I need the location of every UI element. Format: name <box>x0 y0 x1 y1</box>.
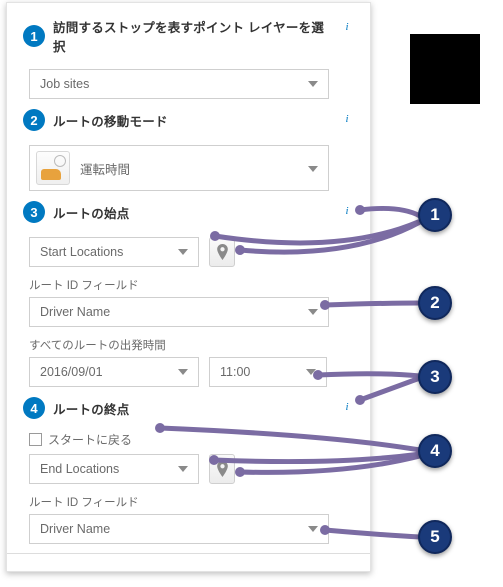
decorative-box <box>410 34 480 104</box>
chevron-down-icon <box>308 309 318 315</box>
car-clock-icon <box>36 151 70 185</box>
start-layer-dropdown[interactable]: Start Locations <box>29 237 199 267</box>
step-3: 3 ルートの始点 i Start Locations ルート ID フィールド … <box>23 201 354 387</box>
annotation-callout-2: 2 <box>418 286 452 320</box>
end-location-picker-button[interactable] <box>209 454 235 484</box>
pin-icon <box>217 244 228 260</box>
start-layer-value: Start Locations <box>40 245 123 259</box>
step-3-header: 3 ルートの始点 i <box>23 201 354 223</box>
travel-mode-value: 運転時間 <box>80 159 130 178</box>
end-layer-value: End Locations <box>40 462 119 476</box>
chevron-down-icon <box>306 369 316 375</box>
chevron-down-icon <box>178 466 188 472</box>
start-id-field-value: Driver Name <box>40 305 110 319</box>
departure-date-dropdown[interactable]: 2016/09/01 <box>29 357 199 387</box>
chevron-down-icon <box>178 369 188 375</box>
step-number-3: 3 <box>23 201 45 223</box>
return-to-start-checkbox[interactable] <box>29 433 42 446</box>
end-id-label: ルート ID フィールド <box>29 494 354 510</box>
step-number-2: 2 <box>23 109 45 131</box>
start-id-label: ルート ID フィールド <box>29 277 354 293</box>
end-id-field-value: Driver Name <box>40 522 110 536</box>
end-layer-dropdown[interactable]: End Locations <box>29 454 199 484</box>
departure-time-dropdown[interactable]: 11:00 <box>209 357 327 387</box>
info-icon[interactable]: i <box>340 112 354 126</box>
chevron-down-icon <box>178 249 188 255</box>
step-1: 1 訪問するストップを表すポイント レイヤーを選択 i Job sites <box>23 17 354 99</box>
stops-layer-value: Job sites <box>40 77 89 91</box>
chevron-down-icon <box>308 526 318 532</box>
departure-time-value: 11:00 <box>220 365 250 379</box>
departure-label: すべてのルートの出発時間 <box>29 337 354 353</box>
step-number-1: 1 <box>23 25 45 47</box>
step-number-4: 4 <box>23 397 45 419</box>
annotation-callout-5: 5 <box>418 520 452 554</box>
step-3-title: ルートの始点 <box>53 203 130 222</box>
chevron-down-icon <box>308 81 318 87</box>
annotation-callout-3: 3 <box>418 360 452 394</box>
annotation-callout-4: 4 <box>418 434 452 468</box>
step-4-header: 4 ルートの終点 i <box>23 397 354 419</box>
departure-date-value: 2016/09/01 <box>40 365 103 379</box>
pin-icon <box>217 461 228 477</box>
travel-mode-dropdown[interactable]: 運転時間 <box>29 145 329 191</box>
route-config-panel: 1 訪問するストップを表すポイント レイヤーを選択 i Job sites 2 … <box>6 2 371 572</box>
step-2-title: ルートの移動モード <box>53 111 168 130</box>
step-2: 2 ルートの移動モード i 運転時間 <box>23 109 354 191</box>
step-1-header: 1 訪問するストップを表すポイント レイヤーを選択 i <box>23 17 354 55</box>
annotation-callout-1: 1 <box>418 198 452 232</box>
info-icon[interactable]: i <box>340 20 354 34</box>
step-1-title: 訪問するストップを表すポイント レイヤーを選択 <box>53 17 334 55</box>
start-id-field-dropdown[interactable]: Driver Name <box>29 297 329 327</box>
info-icon[interactable]: i <box>340 400 354 414</box>
step-4: 4 ルートの終点 i スタートに戻る End Locations ルート ID … <box>23 397 354 544</box>
return-to-start-label: スタートに戻る <box>48 431 132 448</box>
start-location-picker-button[interactable] <box>209 237 235 267</box>
stops-layer-dropdown[interactable]: Job sites <box>29 69 329 99</box>
info-icon[interactable]: i <box>340 204 354 218</box>
chevron-down-icon <box>308 166 318 172</box>
end-id-field-dropdown[interactable]: Driver Name <box>29 514 329 544</box>
step-2-header: 2 ルートの移動モード i <box>23 109 354 131</box>
step-4-title: ルートの終点 <box>53 399 130 418</box>
